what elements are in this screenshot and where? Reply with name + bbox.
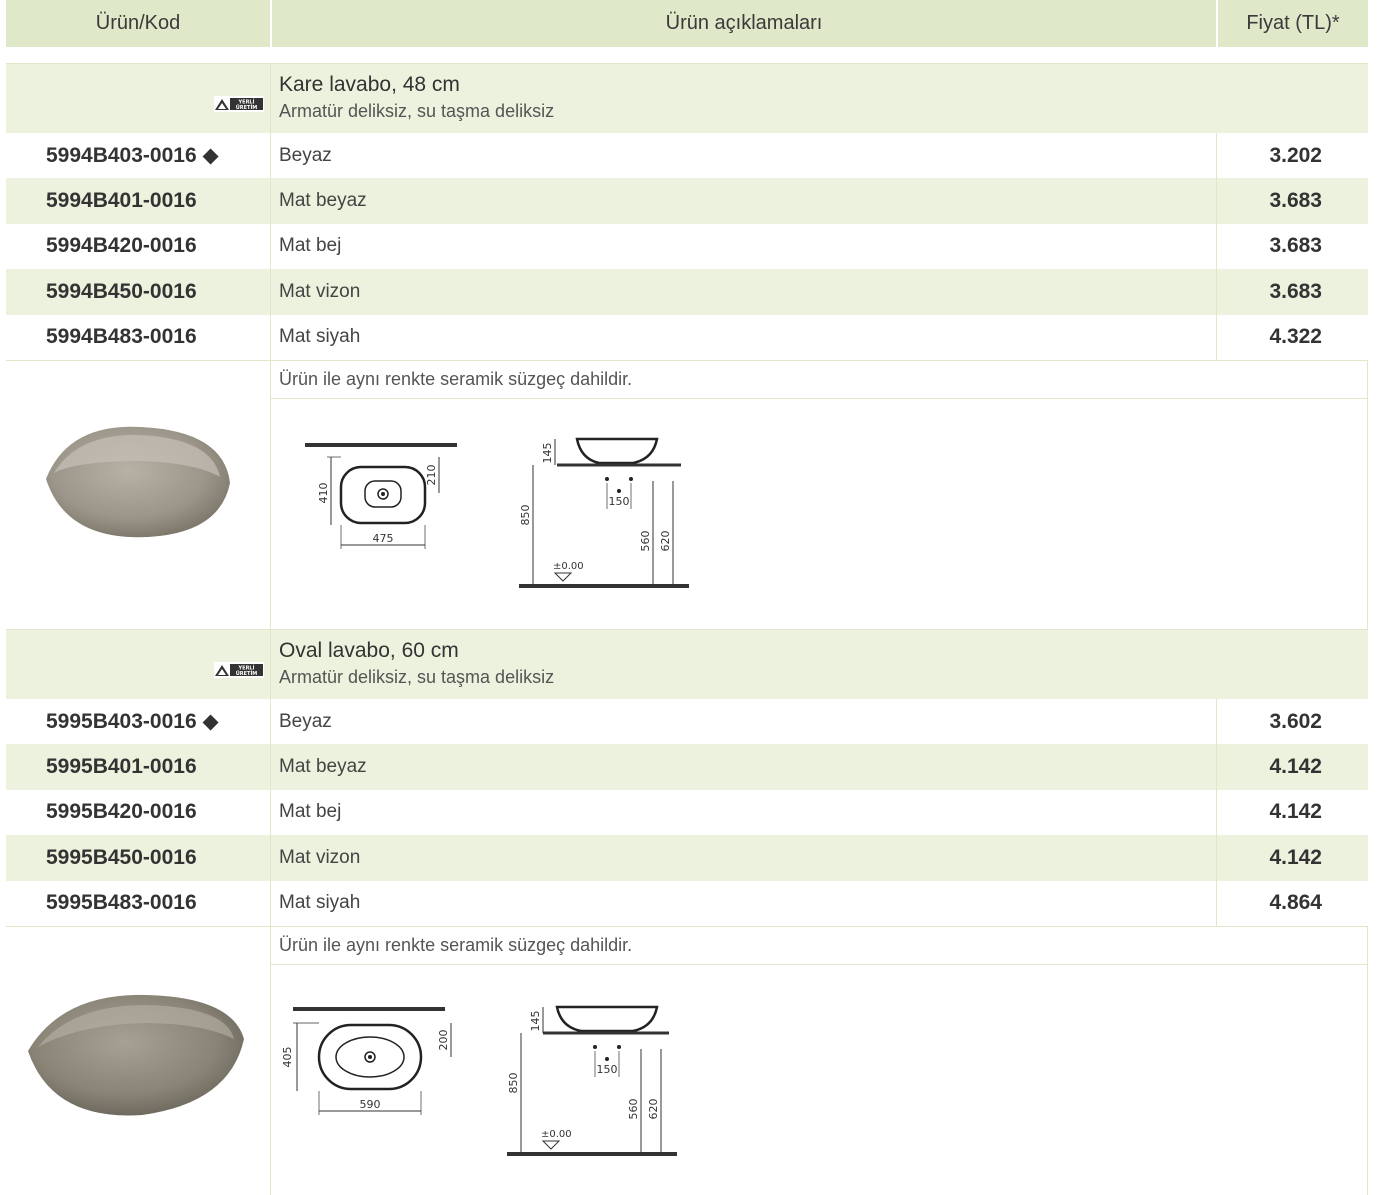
product-code: 5994B483-0016 xyxy=(46,325,197,349)
table-row: 5994B450-0016 Mat vizon 3.683 xyxy=(6,269,1368,315)
svg-text:850: 850 xyxy=(507,1072,520,1093)
product-code: 5994B450-0016 xyxy=(46,279,197,303)
section-header: YERLİ ÜRETİM Oval lavabo, 60 cm Armatür … xyxy=(6,629,1368,699)
product-price: 4.142 xyxy=(1216,789,1368,836)
product-visual-area: Ürün ile aynı renkte seramik süzgeç dahi… xyxy=(6,359,1368,629)
table-row: 5994B483-0016 Mat siyah 4.322 xyxy=(6,314,1368,360)
svg-text:410: 410 xyxy=(317,482,330,503)
table-row: 5995B420-0016 Mat bej 4.142 xyxy=(6,789,1368,836)
product-price: 4.142 xyxy=(1216,835,1368,881)
header-code: Ürün/Kod xyxy=(6,0,270,47)
product-visual-area: Ürün ile aynı renkte seramik süzgeç dahi… xyxy=(6,925,1368,1195)
product-note: Ürün ile aynı renkte seramik süzgeç dahi… xyxy=(271,927,1367,965)
oval-basin-photo xyxy=(28,994,244,1116)
product-note: Ürün ile aynı renkte seramik süzgeç dahi… xyxy=(271,361,1367,399)
section-title: Kare lavabo, 48 cm xyxy=(279,73,460,96)
table-row: 5995B450-0016 Mat vizon 4.142 xyxy=(6,835,1368,881)
product-description: Mat bej xyxy=(270,789,1216,836)
product-description: Beyaz xyxy=(270,699,1216,745)
svg-text:620: 620 xyxy=(647,1098,660,1119)
svg-text:405: 405 xyxy=(281,1046,294,1067)
product-code: 5994B401-0016 xyxy=(46,189,197,213)
svg-text:150: 150 xyxy=(609,495,630,508)
square-basin-photo xyxy=(46,426,230,538)
section-title: Oval lavabo, 60 cm xyxy=(279,639,459,662)
svg-text:±0.00: ±0.00 xyxy=(553,561,584,572)
svg-text:210: 210 xyxy=(425,464,438,485)
product-price: 3.202 xyxy=(1216,133,1368,179)
svg-text:200: 200 xyxy=(437,1029,450,1050)
product-code: 5995B483-0016 xyxy=(46,891,197,915)
product-price: 3.683 xyxy=(1216,223,1368,270)
product-section-square: YERLİ ÜRETİM Kare lavabo, 48 cm Armatür … xyxy=(6,63,1368,629)
svg-text:560: 560 xyxy=(627,1098,640,1119)
header-price: Fiyat (TL)* xyxy=(1218,0,1368,47)
svg-text:150: 150 xyxy=(597,1063,618,1076)
product-description: Mat siyah xyxy=(270,314,1216,360)
product-price: 4.864 xyxy=(1216,880,1368,926)
svg-text:145: 145 xyxy=(529,1010,542,1031)
svg-text:850: 850 xyxy=(519,504,532,525)
table-row: 5994B403-0016 ◆ Beyaz 3.202 xyxy=(6,133,1368,179)
table-row: 5995B483-0016 Mat siyah 4.864 xyxy=(6,880,1368,926)
technical-drawing: 590 405 200 145 150 850 560 620 ±0.00 xyxy=(281,1005,677,1156)
product-code: 5995B401-0016 xyxy=(46,755,197,779)
product-price: 3.683 xyxy=(1216,269,1368,315)
local-production-badge-icon: YERLİ ÜRETİM xyxy=(214,662,264,678)
product-code: 5995B450-0016 xyxy=(46,845,197,869)
product-description: Mat vizon xyxy=(270,269,1216,315)
product-code: 5994B403-0016 ◆ xyxy=(46,144,219,168)
product-price: 3.683 xyxy=(1216,178,1368,224)
svg-text:560: 560 xyxy=(639,530,652,551)
product-price: 4.142 xyxy=(1216,744,1368,790)
section-subtitle: Armatür deliksiz, su taşma deliksiz xyxy=(279,667,555,687)
svg-text:ÜRETİM: ÜRETİM xyxy=(236,104,258,111)
product-description: Beyaz xyxy=(270,133,1216,179)
table-row: 5995B403-0016 ◆ Beyaz 3.602 xyxy=(6,699,1368,745)
table-row: 5994B401-0016 Mat beyaz 3.683 xyxy=(6,178,1368,224)
product-description: Mat vizon xyxy=(270,835,1216,881)
svg-text:145: 145 xyxy=(541,442,554,463)
section-subtitle: Armatür deliksiz, su taşma deliksiz xyxy=(279,101,555,121)
product-description: Mat bej xyxy=(270,223,1216,270)
table-row: 5995B401-0016 Mat beyaz 4.142 xyxy=(6,744,1368,790)
section-header: YERLİ ÜRETİM Kare lavabo, 48 cm Armatür … xyxy=(6,63,1368,133)
product-description: Mat beyaz xyxy=(270,744,1216,790)
svg-text:590: 590 xyxy=(360,1098,381,1111)
technical-drawing: 475 410 210 145 150 850 560 620 ±0.00 xyxy=(305,437,689,588)
product-description: Mat siyah xyxy=(270,880,1216,926)
table-header: Ürün/Kod Ürün açıklamaları Fiyat (TL)* xyxy=(6,0,1368,47)
header-description: Ürün açıklamaları xyxy=(272,0,1216,47)
svg-text:475: 475 xyxy=(373,532,394,545)
product-description: Mat beyaz xyxy=(270,178,1216,224)
product-price: 4.322 xyxy=(1216,314,1368,360)
svg-text:ÜRETİM: ÜRETİM xyxy=(236,670,258,677)
product-section-oval: YERLİ ÜRETİM Oval lavabo, 60 cm Armatür … xyxy=(6,629,1368,1195)
product-code: 5995B420-0016 xyxy=(46,800,197,824)
svg-text:±0.00: ±0.00 xyxy=(541,1129,572,1140)
product-price: 3.602 xyxy=(1216,699,1368,745)
product-code: 5995B403-0016 ◆ xyxy=(46,710,219,734)
product-code: 5994B420-0016 xyxy=(46,234,197,258)
local-production-badge-icon: YERLİ ÜRETİM xyxy=(214,96,264,112)
svg-text:620: 620 xyxy=(659,530,672,551)
table-row: 5994B420-0016 Mat bej 3.683 xyxy=(6,223,1368,270)
